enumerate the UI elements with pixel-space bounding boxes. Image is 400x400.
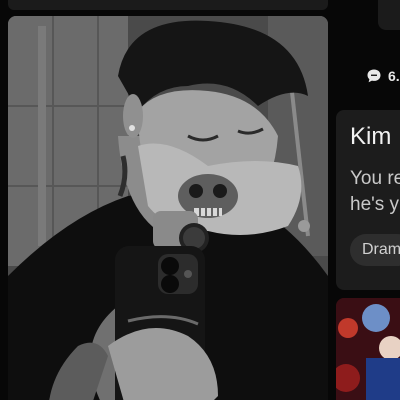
stats-row: 6. xyxy=(366,66,400,86)
previous-right-card-edge[interactable] xyxy=(378,0,400,30)
story-title: Kim xyxy=(350,123,392,150)
story-description-line: You re xyxy=(350,168,400,189)
genre-chip[interactable]: Dram xyxy=(350,234,400,266)
comment-count: 6. xyxy=(388,68,400,84)
comment-bubble-icon xyxy=(367,69,381,83)
story-description: You re he's y xyxy=(350,166,400,218)
story-card[interactable]: Kim You re he's y Dram xyxy=(336,110,400,290)
feed-viewport: 6. Kim You re he's y Dram xyxy=(0,0,400,400)
character-photo xyxy=(8,16,328,400)
next-card-image xyxy=(336,298,400,400)
character-photo-card[interactable] xyxy=(8,16,328,400)
next-card-thumbnail[interactable] xyxy=(336,298,400,400)
story-description-line: he's y xyxy=(350,194,400,215)
previous-card-edge[interactable] xyxy=(8,0,328,10)
